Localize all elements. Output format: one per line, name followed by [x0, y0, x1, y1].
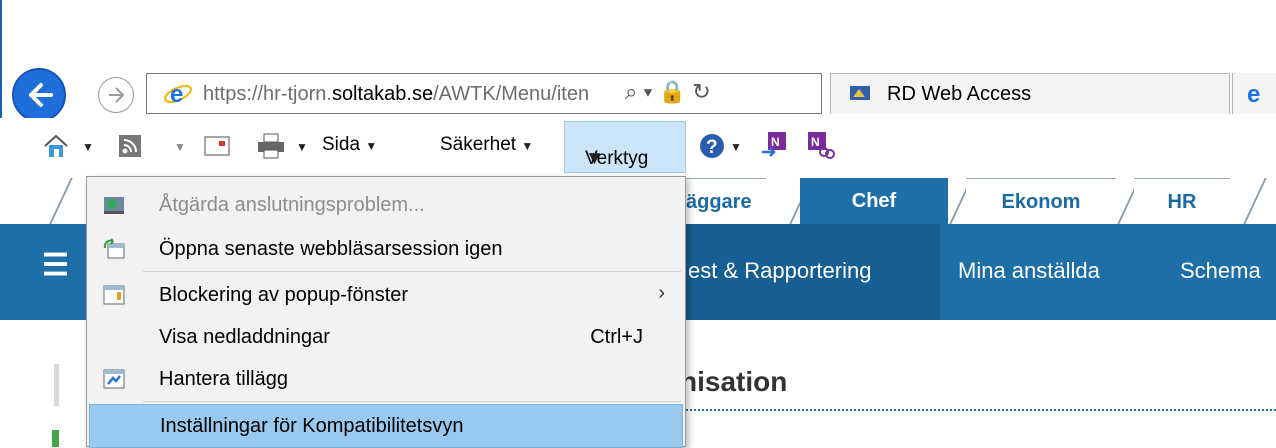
address-bar[interactable]: e https://hr-tjorn.soltakab.se/AWTK/Menu… — [146, 73, 822, 114]
network-diagnose-icon — [104, 197, 124, 214]
verktyg-caret-icon: ▼ — [585, 148, 604, 169]
menu-item-label: Öppna senaste webbläsarsession igen — [159, 238, 503, 260]
menu-item-popup-blocker[interactable]: Blockering av popup-fönster › — [87, 273, 685, 317]
help-dropdown-icon[interactable]: ▼ — [730, 140, 742, 154]
internet-explorer-icon: e — [164, 81, 192, 108]
svg-text:e: e — [170, 81, 183, 108]
url-path: /AWTK/Menu/iten — [433, 83, 590, 105]
sida-caret-icon: ▼ — [365, 139, 378, 153]
onenote-send-icon[interactable]: N — [760, 130, 788, 160]
mail-icon[interactable] — [204, 136, 230, 156]
help-icon[interactable]: ? — [698, 132, 726, 160]
url-prefix: https://hr-tjorn. — [203, 83, 332, 105]
reopen-session-icon — [103, 238, 125, 259]
sida-menu[interactable]: Sida ▼ — [322, 134, 377, 156]
manage-addons-icon — [103, 369, 125, 389]
tab-role-chef[interactable]: Chef — [800, 178, 948, 224]
sakerhet-menu[interactable]: Säkerhet ▼ — [440, 134, 533, 156]
menu-item-fix-connection[interactable]: Åtgärda anslutningsproblem... — [87, 183, 685, 227]
menu-item-label: Inställningar för Kompatibilitetsvyn — [160, 415, 464, 437]
print-icon[interactable] — [256, 132, 286, 160]
verktyg-menu-button[interactable]: Verktyg ▼ — [564, 121, 686, 173]
home-dropdown-icon[interactable]: ▼ — [82, 140, 94, 154]
tab-rd-web-access[interactable]: RD Web Access — [830, 73, 1230, 114]
tab-label: RD Web Access — [887, 83, 1032, 105]
url-domain: soltakab.se — [331, 83, 434, 105]
nav-item-rapportering[interactable]: est & Rapportering — [688, 258, 871, 284]
popup-blocker-icon — [103, 285, 125, 305]
home-icon[interactable] — [42, 132, 70, 160]
tab-role-hr[interactable]: HR — [1134, 178, 1230, 224]
internet-explorer-icon: e — [1247, 82, 1260, 106]
menu-item-compat-view-settings[interactable]: Inställningar för Kompatibilitetsvyn — [89, 404, 683, 448]
menu-item-reopen-session[interactable]: Öppna senaste webbläsarsession igen — [87, 227, 685, 271]
tab-next[interactable]: e — [1232, 73, 1276, 114]
svg-text:N: N — [771, 135, 780, 149]
tab-label: Ekonom — [1001, 191, 1081, 213]
tab-divider — [49, 178, 73, 224]
tab-label: äggare — [686, 191, 752, 213]
sidebar-status-marker — [52, 430, 59, 447]
menu-separator — [143, 401, 681, 402]
menu-item-label: Blockering av popup-fönster — [159, 284, 409, 306]
menu-item-shortcut: Ctrl+J — [590, 326, 643, 348]
menu-item-label: Visa nedladdningar — [159, 326, 330, 348]
submenu-arrow-icon: › — [658, 282, 665, 304]
window-edge — [0, 0, 2, 120]
svg-text:N: N — [811, 135, 820, 149]
hamburger-menu-icon[interactable]: ☰ — [42, 248, 69, 283]
title-divider — [686, 409, 1276, 411]
address-bar-icons[interactable]: ⌕ ▾ 🔒 ↻ — [625, 79, 711, 105]
page-title: nisation — [680, 366, 788, 397]
menu-item-label: Åtgärda anslutningsproblem... — [159, 194, 425, 216]
svg-text:?: ? — [706, 137, 718, 158]
tab-role-ekonom[interactable]: Ekonom — [966, 178, 1116, 224]
print-dropdown-icon[interactable]: ▼ — [296, 140, 308, 154]
rd-web-access-icon — [850, 86, 870, 100]
url-text[interactable]: https://hr-tjorn.soltakab.se/AWTK/Menu/i… — [203, 83, 615, 106]
nav-item-schema[interactable]: Schema — [1180, 258, 1261, 284]
menu-item-manage-addons[interactable]: Hantera tillägg — [87, 357, 685, 401]
tab-divider — [1243, 178, 1267, 224]
rss-dropdown-icon[interactable]: ▼ — [174, 140, 186, 154]
back-button[interactable] — [12, 68, 66, 122]
tab-label: Chef — [851, 190, 897, 212]
sakerhet-label: Säkerhet — [440, 134, 517, 155]
onenote-linked-notes-icon[interactable]: N — [806, 130, 836, 160]
menu-item-downloads[interactable]: Visa nedladdningar Ctrl+J — [87, 315, 685, 359]
rss-feed-icon[interactable] — [118, 134, 142, 158]
arrow-right-icon — [109, 87, 125, 103]
sida-label: Sida — [322, 134, 361, 155]
sidebar-marker — [54, 364, 59, 406]
svg-text:e: e — [1247, 82, 1260, 106]
tab-role-agare[interactable]: äggare — [686, 178, 766, 224]
tools-menu: Åtgärda anslutningsproblem... Öppna sena… — [86, 176, 686, 448]
tab-label: HR — [1167, 191, 1197, 213]
menu-item-label: Hantera tillägg — [159, 368, 288, 390]
command-bar: ▼ ▼ ▼ Sida ▼ Säkerhet ▼ Verktyg ▼ ? ▼ N … — [0, 118, 1276, 176]
sakerhet-caret-icon: ▼ — [521, 139, 534, 153]
arrow-left-icon — [29, 83, 53, 107]
menu-separator — [143, 271, 681, 272]
nav-item-mina-anstallda[interactable]: Mina anställda — [958, 258, 1100, 284]
forward-button[interactable] — [98, 77, 134, 113]
